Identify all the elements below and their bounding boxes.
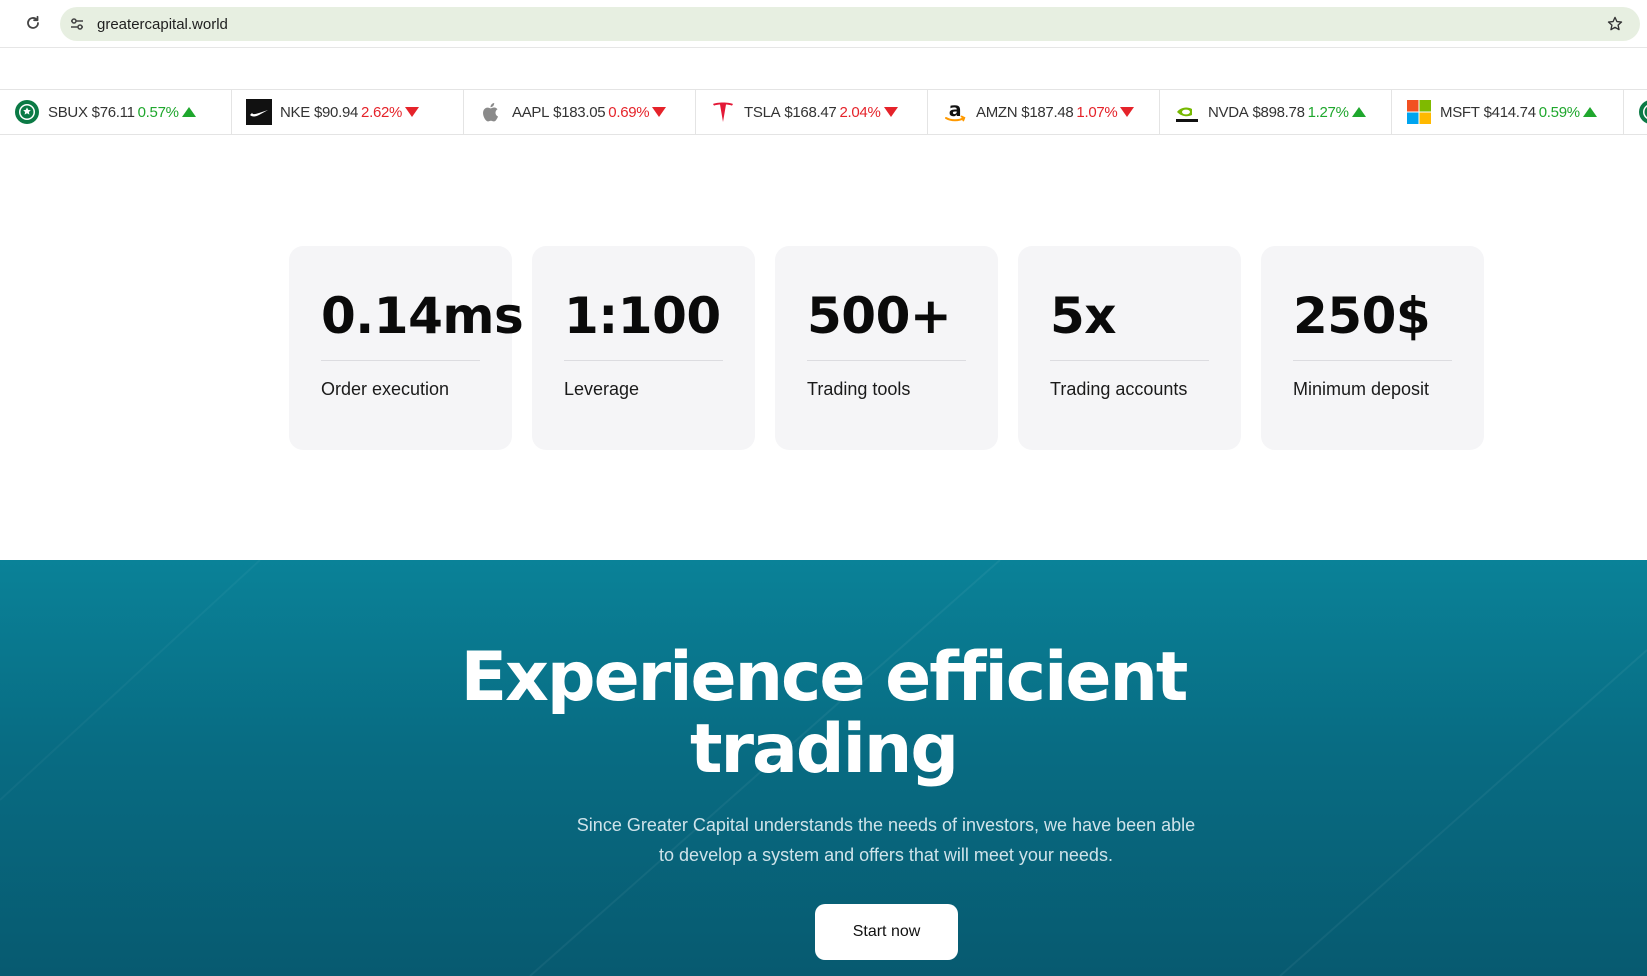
apple-logo-icon: [478, 99, 504, 125]
ticker-track: SBUX $76.11 0.57% NKE $90.94 2.62% AAPL …: [0, 90, 1647, 134]
stat-label: Trading tools: [807, 379, 911, 399]
nvidia-logo-icon: [1174, 99, 1200, 125]
ticker-symbol: AMZN: [976, 103, 1018, 121]
stat-value: 1:100: [564, 287, 721, 345]
starbucks-logo-icon: [1638, 99, 1647, 125]
arrow-down-icon: [1120, 104, 1135, 121]
tesla-logo-icon: [710, 99, 736, 125]
ticker-item-aapl[interactable]: AAPL $183.05 0.69%: [464, 90, 696, 134]
stat-value: 0.14ms: [321, 287, 524, 345]
svg-text:a: a: [949, 99, 962, 121]
ticker-item-tsla[interactable]: TSLA $168.47 2.04%: [696, 90, 928, 134]
ticker-change: 2.04%: [839, 103, 881, 121]
amazon-logo-icon: a: [942, 99, 968, 125]
ticker-price: $898.78: [1252, 103, 1305, 121]
stat-label: Leverage: [564, 379, 640, 399]
stat-label: Trading accounts: [1050, 379, 1188, 399]
microsoft-logo-icon: [1406, 99, 1432, 125]
ticker-item-sbux-repeat[interactable]: S: [1624, 90, 1647, 134]
arrow-up-icon: [1351, 104, 1366, 121]
star-icon: [1607, 16, 1623, 31]
stat-divider: [321, 360, 480, 361]
stat-card-minimum-deposit: 250$ Minimum deposit: [1261, 246, 1484, 450]
stat-card-trading-accounts: 5x Trading accounts: [1018, 246, 1241, 450]
ticker-symbol: TSLA: [744, 103, 781, 121]
arrow-down-icon: [652, 104, 667, 121]
hero-title-line1: Experience efficient: [460, 638, 1189, 717]
hero-title-line2: trading: [690, 710, 959, 789]
hero-title: Experience efficient trading: [0, 642, 1647, 786]
stat-card-leverage: 1:100 Leverage: [532, 246, 755, 450]
ticker-item-msft[interactable]: MSFT $414.74 0.59%: [1392, 90, 1624, 134]
ticker-price: $187.48: [1021, 103, 1074, 121]
stat-value: 500+: [807, 287, 952, 345]
ticker-item-sbux[interactable]: SBUX $76.11 0.57%: [0, 90, 232, 134]
ticker-symbol: NKE: [280, 103, 310, 121]
stat-label: Minimum deposit: [1293, 379, 1430, 399]
ticker-item-amzn[interactable]: a AMZN $187.48 1.07%: [928, 90, 1160, 134]
ticker-change: 1.07%: [1076, 103, 1118, 121]
ticker-price: $414.74: [1483, 103, 1536, 121]
ticker-change: 1.27%: [1307, 103, 1349, 121]
url-text[interactable]: greatercapital.world: [97, 16, 228, 33]
address-bar[interactable]: greatercapital.world: [60, 7, 1640, 41]
stat-value: 5x: [1050, 287, 1117, 345]
ticker-symbol: SBUX: [48, 103, 88, 121]
ticker-symbol: NVDA: [1208, 103, 1249, 121]
stat-card-order-execution: 0.14ms Order execution: [289, 246, 524, 450]
ticker-symbol: AAPL: [512, 103, 550, 121]
ticker-price: $90.94: [313, 103, 359, 121]
nike-logo-icon: [246, 99, 272, 125]
start-now-button[interactable]: Start now: [815, 904, 958, 960]
ticker-price: $183.05: [553, 103, 606, 121]
stat-divider: [807, 360, 966, 361]
arrow-up-icon: [181, 104, 196, 121]
stock-ticker: SBUX $76.11 0.57% NKE $90.94 2.62% AAPL …: [0, 89, 1647, 135]
starbucks-logo-icon: [14, 99, 40, 125]
stat-value: 250$: [1293, 287, 1431, 345]
reload-button[interactable]: [20, 10, 46, 36]
stat-divider: [1293, 360, 1452, 361]
reload-icon: [27, 15, 39, 29]
ticker-item-nke[interactable]: NKE $90.94 2.62%: [232, 90, 464, 134]
hero-subtitle: Since Greater Capital understands the ne…: [576, 815, 1196, 865]
arrow-down-icon: [405, 104, 420, 121]
stat-card-trading-tools: 500+ Trading tools: [775, 246, 998, 450]
ticker-change: 0.59%: [1538, 103, 1580, 121]
bookmark-button[interactable]: [1602, 11, 1628, 37]
arrow-down-icon: [883, 104, 898, 121]
ticker-item-nvda[interactable]: NVDA $898.78 1.27%: [1160, 90, 1392, 134]
hero-section: Experience efficient trading Since Great…: [0, 560, 1647, 976]
ticker-change: 2.62%: [361, 103, 403, 121]
stat-divider: [564, 360, 723, 361]
tune-icon: [71, 18, 83, 30]
stat-divider: [1050, 360, 1209, 361]
ticker-change: 0.69%: [608, 103, 650, 121]
stats-row: 0.14ms Order execution 1:100 Leverage 50…: [289, 246, 1484, 450]
browser-toolbar: greatercapital.world: [0, 0, 1647, 48]
ticker-change: 0.57%: [137, 103, 179, 121]
arrow-up-icon: [1582, 104, 1597, 121]
ticker-price: $168.47: [784, 103, 837, 121]
ticker-price: $76.11: [91, 103, 135, 121]
ticker-symbol: MSFT: [1440, 103, 1480, 121]
site-info-button[interactable]: [63, 10, 91, 38]
stat-label: Order execution: [321, 379, 450, 399]
